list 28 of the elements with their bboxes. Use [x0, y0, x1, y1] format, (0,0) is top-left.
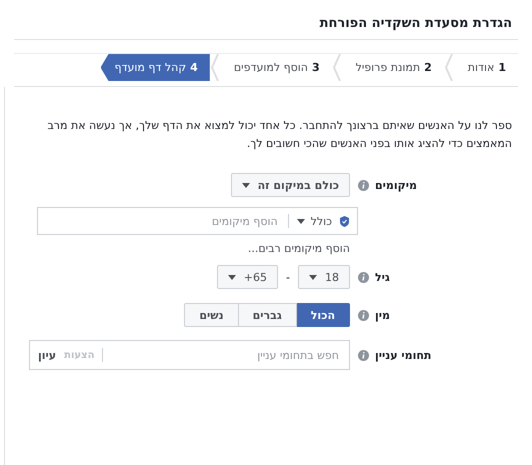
- caret-icon: [309, 274, 317, 280]
- gender-option[interactable]: הכול: [296, 303, 350, 327]
- age-min-dropdown[interactable]: 18: [298, 265, 350, 289]
- field-label: תחומי עניין: [375, 348, 432, 362]
- suggestions-label: הצעות: [64, 350, 94, 360]
- page-title: הגדרת מסעדת השקדיה הפורחת: [14, 14, 518, 40]
- gender-option[interactable]: נשים: [184, 303, 239, 327]
- add-bulk-locations-link[interactable]: הוסף מיקומים רבים...: [248, 242, 350, 255]
- age-max-dropdown[interactable]: +65: [216, 265, 278, 289]
- browse-button[interactable]: עיון: [38, 348, 56, 362]
- field-label: גיל: [375, 270, 390, 284]
- description-text: ספר לנו על האנשים שאיתם ברצונך להתחבר. כל אחד יכול למצוא את הדף שלך, אך נעשה את מרב המאמצים כדי להציג אותו בפני האנשים שהכי חשובים לך.: [46, 118, 512, 152]
- caret-icon: [228, 274, 236, 280]
- interest-search-field[interactable]: חפש בתחומי עניין הצעות עיון: [29, 340, 350, 370]
- range-separator: -: [286, 270, 290, 284]
- field-label: מיקומים: [375, 178, 417, 192]
- info-icon: [358, 272, 369, 282]
- gender-option[interactable]: גברים: [238, 303, 297, 327]
- caret-icon: [296, 218, 305, 224]
- include-dropdown[interactable]: כולל: [296, 214, 332, 228]
- location-field[interactable]: כולל הוסף מיקומים: [37, 207, 358, 235]
- info-icon: [358, 180, 369, 190]
- caret-icon: [242, 182, 250, 188]
- info-icon: [358, 310, 369, 320]
- scope-dropdown[interactable]: כולם במיקום זה: [230, 173, 350, 197]
- location-pin-icon: [340, 216, 349, 226]
- info-icon: [358, 350, 369, 360]
- field-label: מין: [375, 308, 390, 322]
